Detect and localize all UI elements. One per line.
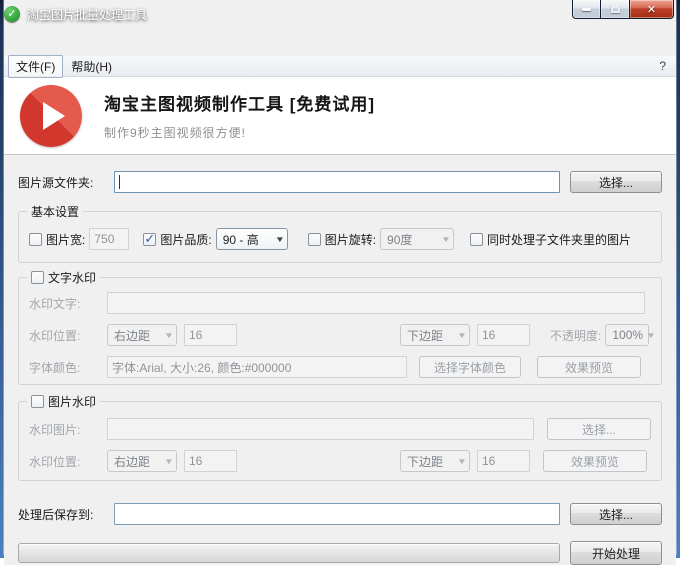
- text-watermark-group: ✓ 文字水印 水印文字: 水印位置: 右边距 ▼ 下边距 ▼: [18, 277, 662, 385]
- window-title: 淘宝图片批量处理工具: [27, 6, 147, 23]
- client-area: 图片源文件夹: 选择... 基本设置 ✓ 图片宽: ✓: [4, 155, 676, 565]
- app-window: ✓ 淘宝图片批量处理工具 ✕ 文件(F) 帮助(H) ? 淘宝主图视频制作工具 …: [0, 0, 680, 558]
- text-watermark-preview-button[interactable]: 效果预览: [537, 356, 641, 378]
- menu-help[interactable]: 帮助(H): [63, 55, 120, 78]
- minimize-icon: [582, 8, 591, 11]
- image-width-label: 图片宽:: [46, 231, 85, 248]
- opacity-select[interactable]: 100% ▼: [605, 324, 649, 346]
- watermark-text-input[interactable]: [107, 292, 645, 314]
- chevron-down-icon: ▼: [457, 331, 467, 340]
- image-watermark-preview-button[interactable]: 效果预览: [543, 450, 647, 472]
- basic-settings-title: 基本设置: [27, 203, 83, 219]
- image-watermark-group: ✓ 图片水印 水印图片: 选择... 水印位置: 右边距 ▼ 下边: [18, 401, 662, 481]
- text-watermark-checkbox[interactable]: ✓: [31, 271, 44, 284]
- image-watermark-title: 图片水印: [48, 393, 96, 410]
- source-folder-input[interactable]: [114, 171, 560, 193]
- text-caret: [119, 175, 120, 189]
- image-watermark-checkbox[interactable]: ✓: [31, 395, 44, 408]
- play-icon: [20, 85, 82, 147]
- checkbox-box[interactable]: ✓: [29, 233, 42, 246]
- h-offset-input[interactable]: [184, 324, 237, 346]
- checkbox-box[interactable]: ✓: [143, 233, 156, 246]
- close-button[interactable]: ✕: [629, 0, 674, 19]
- save-to-input[interactable]: [114, 503, 560, 525]
- save-browse-button[interactable]: 选择...: [570, 503, 662, 525]
- text-watermark-title: 文字水印: [48, 269, 96, 286]
- source-folder-label: 图片源文件夹:: [18, 174, 106, 191]
- h-offset-input[interactable]: [184, 450, 237, 472]
- watermark-image-label: 水印图片:: [29, 421, 105, 438]
- banner-title: 淘宝主图视频制作工具 [免费试用]: [104, 90, 375, 115]
- font-summary-input[interactable]: [107, 356, 407, 378]
- close-icon: ✕: [647, 3, 656, 16]
- maximize-button[interactable]: [601, 0, 629, 19]
- image-watermark-header[interactable]: ✓ 图片水印: [27, 393, 100, 409]
- text-watermark-header[interactable]: ✓ 文字水印: [27, 269, 100, 285]
- include-subfolders-checkbox[interactable]: ✓ 同时处理子文件夹里的图片: [470, 231, 631, 248]
- font-color-label: 字体颜色:: [29, 359, 105, 376]
- image-width-input[interactable]: [89, 228, 129, 250]
- save-to-row: 处理后保存到: 选择...: [18, 503, 662, 525]
- checkbox-box[interactable]: ✓: [308, 233, 321, 246]
- v-anchor-select[interactable]: 下边距 ▼: [400, 450, 470, 472]
- image-quality-select[interactable]: 90 - 高 ▼: [216, 228, 288, 250]
- menu-file[interactable]: 文件(F): [8, 55, 63, 78]
- watermark-image-browse-button[interactable]: 选择...: [547, 418, 651, 440]
- opacity-label: 不透明度:: [550, 327, 601, 344]
- app-icon: ✓: [4, 6, 20, 22]
- checkbox-box[interactable]: ✓: [470, 233, 483, 246]
- v-offset-input[interactable]: [477, 450, 530, 472]
- chevron-down-icon: ▼: [275, 235, 285, 244]
- title-bar[interactable]: ✓ 淘宝图片批量处理工具 ✕: [0, 0, 680, 28]
- watermark-position-label: 水印位置:: [29, 327, 105, 344]
- banner-subtitle: 制作9秒主图视频很方便!: [104, 124, 375, 141]
- choose-font-color-button[interactable]: 选择字体颜色: [419, 356, 521, 378]
- menu-bar: 文件(F) 帮助(H) ?: [4, 56, 676, 77]
- maximize-icon: [611, 5, 620, 13]
- banner-text: 淘宝主图视频制作工具 [免费试用] 制作9秒主图视频很方便!: [104, 90, 375, 141]
- chevron-down-icon: ▼: [646, 331, 656, 340]
- image-width-checkbox[interactable]: ✓ 图片宽:: [29, 231, 85, 248]
- image-quality-checkbox[interactable]: ✓ 图片品质:: [143, 231, 211, 248]
- window-controls: ✕: [572, 0, 674, 19]
- chevron-down-icon: ▼: [457, 457, 467, 466]
- include-subfolders-label: 同时处理子文件夹里的图片: [487, 231, 631, 248]
- watermark-text-label: 水印文字:: [29, 295, 105, 312]
- source-folder-row: 图片源文件夹: 选择...: [18, 171, 662, 193]
- help-question-mark[interactable]: ?: [659, 59, 666, 73]
- image-rotate-select[interactable]: 90度 ▼: [380, 228, 454, 250]
- v-offset-input[interactable]: [477, 324, 530, 346]
- save-to-label: 处理后保存到:: [18, 506, 106, 523]
- progress-bar: [18, 543, 560, 563]
- start-processing-button[interactable]: 开始处理: [570, 541, 662, 565]
- image-quality-label: 图片品质:: [160, 231, 211, 248]
- minimize-button[interactable]: [572, 0, 601, 19]
- promo-banner[interactable]: 淘宝主图视频制作工具 [免费试用] 制作9秒主图视频很方便!: [4, 77, 676, 155]
- v-anchor-select[interactable]: 下边距 ▼: [400, 324, 470, 346]
- source-browse-button[interactable]: 选择...: [570, 171, 662, 193]
- footer-row: 开始处理: [18, 541, 662, 565]
- chevron-down-icon: ▼: [441, 235, 451, 244]
- watermark-position-label: 水印位置:: [29, 453, 105, 470]
- h-anchor-select[interactable]: 右边距 ▼: [107, 324, 177, 346]
- h-anchor-select[interactable]: 右边距 ▼: [107, 450, 177, 472]
- chevron-down-icon: ▼: [164, 457, 174, 466]
- image-rotate-checkbox[interactable]: ✓ 图片旋转:: [308, 231, 376, 248]
- watermark-image-input[interactable]: [107, 418, 534, 440]
- basic-settings-group: 基本设置 ✓ 图片宽: ✓ 图片品质: 90 - 高 ▼: [18, 211, 662, 263]
- image-rotate-label: 图片旋转:: [325, 231, 376, 248]
- chevron-down-icon: ▼: [164, 331, 174, 340]
